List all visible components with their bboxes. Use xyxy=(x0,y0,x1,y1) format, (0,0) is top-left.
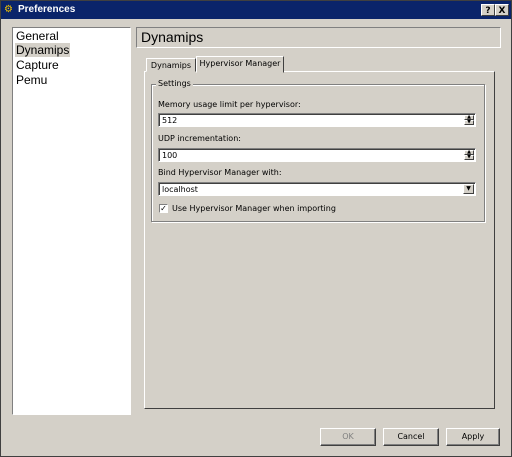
udp-incrementation-label: UDP incrementation: xyxy=(158,134,241,143)
use-hypervisor-manager-label[interactable]: Use Hypervisor Manager when importing xyxy=(172,203,336,214)
page-title: Dynamips xyxy=(141,29,204,45)
sidebar-item-pemu[interactable]: Pemu xyxy=(15,73,48,87)
title-bar[interactable]: ⚙ Preferences ? X xyxy=(1,1,511,19)
tab-dynamips[interactable]: Dynamips xyxy=(146,58,196,72)
cancel-button[interactable]: Cancel xyxy=(383,428,439,446)
category-list[interactable]: General Dynamips Capture Pemu xyxy=(12,27,131,415)
ok-button[interactable]: OK xyxy=(320,428,376,446)
close-button[interactable]: X xyxy=(495,4,509,16)
sidebar-item-dynamips[interactable]: Dynamips xyxy=(15,43,71,57)
help-button[interactable]: ? xyxy=(481,4,495,16)
window-title: Preferences xyxy=(18,4,76,15)
spin-down-icon[interactable]: ▼ xyxy=(464,155,474,160)
apply-button[interactable]: Apply xyxy=(446,428,500,446)
memory-limit-value[interactable]: 512 xyxy=(162,115,177,126)
sidebar-item-capture[interactable]: Capture xyxy=(15,58,60,72)
memory-limit-label: Memory usage limit per hypervisor: xyxy=(158,100,301,109)
chevron-down-icon[interactable]: ▼ xyxy=(463,184,474,194)
memory-limit-spinbox[interactable]: 512 ▲ ▼ xyxy=(158,113,476,127)
tab-hypervisor-manager[interactable]: Hypervisor Manager xyxy=(196,56,284,73)
settings-group-title: Settings xyxy=(156,78,193,90)
bind-hypervisor-combobox[interactable]: localhost ▼ xyxy=(158,182,476,196)
sidebar-item-general[interactable]: General xyxy=(15,29,60,43)
bind-hypervisor-value[interactable]: localhost xyxy=(162,184,198,195)
section-header: Dynamips xyxy=(136,27,501,48)
udp-spin-buttons[interactable]: ▲ ▼ xyxy=(464,150,474,160)
preferences-window: ⚙ Preferences ? X General Dynamips Captu… xyxy=(0,0,512,457)
app-icon: ⚙ xyxy=(4,4,13,15)
use-hypervisor-manager-checkbox[interactable]: ✓ xyxy=(159,204,168,213)
udp-incrementation-value[interactable]: 100 xyxy=(162,150,177,161)
memory-spin-buttons[interactable]: ▲ ▼ xyxy=(464,115,474,125)
spin-down-icon[interactable]: ▼ xyxy=(464,120,474,125)
bind-hypervisor-label: Bind Hypervisor Manager with: xyxy=(158,168,282,177)
udp-incrementation-spinbox[interactable]: 100 ▲ ▼ xyxy=(158,148,476,162)
